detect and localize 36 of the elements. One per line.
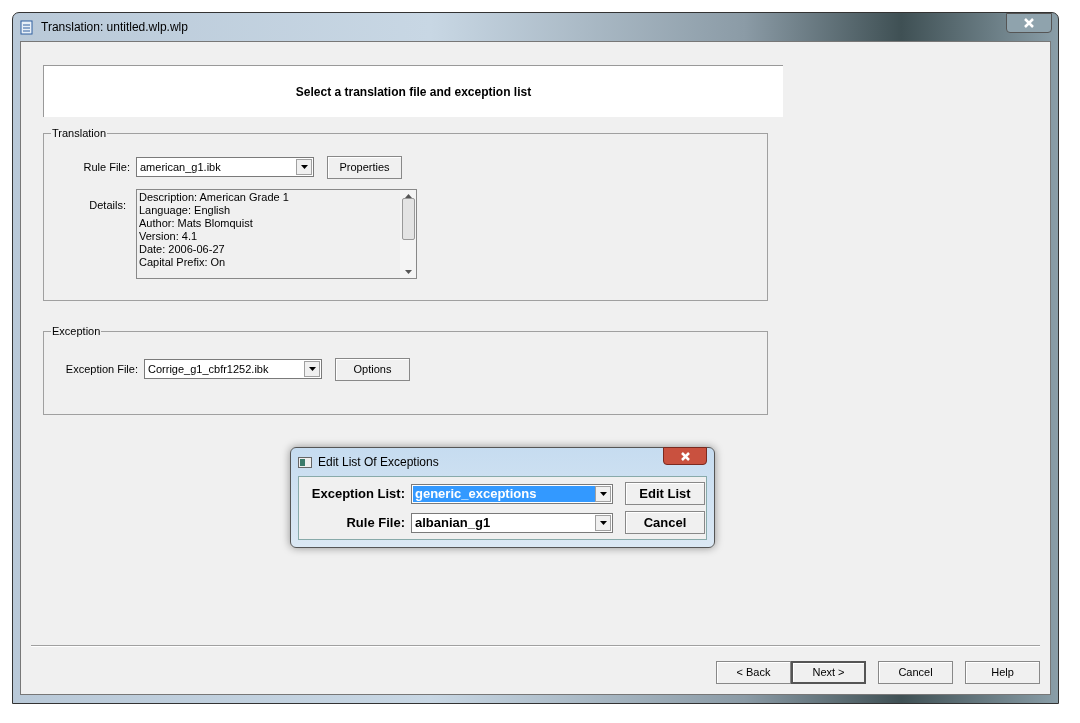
- close-icon[interactable]: [679, 451, 691, 461]
- dropdown-field[interactable]: american_g1.ibk: [136, 157, 314, 177]
- dialog-button[interactable]: Help: [965, 661, 1040, 684]
- field-label: Rule File:: [345, 513, 406, 532]
- scrollbar[interactable]: [400, 189, 416, 278]
- scroll-down-icon[interactable]: [404, 269, 412, 274]
- details-line: Version: 4.1: [139, 229, 199, 243]
- dialog-button[interactable]: Options: [335, 357, 410, 381]
- dropdown-field[interactable]: Corrige_g1_cbfr1252.ibk: [144, 359, 322, 379]
- group-legend: Translation: [51, 125, 107, 142]
- field-label: Rule File:: [82, 159, 131, 175]
- dialog-button[interactable]: Edit List: [625, 482, 705, 505]
- close-icon[interactable]: [1023, 18, 1035, 28]
- close-button[interactable]: [663, 447, 707, 465]
- field-label: Exception File:: [64, 361, 139, 377]
- details-line: Author: Mats Blomquist: [139, 216, 254, 230]
- details-line: Description: American Grade 1: [139, 190, 290, 204]
- dialog-button[interactable]: Next >: [791, 661, 866, 684]
- field-label: Details:: [88, 197, 127, 213]
- details-list[interactable]: Description: American Grade 1 Language: English Author: Mats Blomquist Version: 4.1 Date: 2006-06-27 Capital Prefix: On: [136, 188, 417, 279]
- dialog-button[interactable]: Properties: [327, 155, 402, 179]
- group-legend: Exception: [51, 323, 102, 340]
- dialog-button[interactable]: Cancel: [878, 661, 953, 684]
- window-title: Translation: untitled.wlp.wlp: [41, 19, 188, 36]
- dialog-button[interactable]: < Back: [716, 661, 791, 684]
- dropdown-field[interactable]: albanian_g1: [411, 512, 613, 533]
- dialog-button[interactable]: Cancel: [625, 511, 705, 534]
- dialog-title: Edit List Of Exceptions: [318, 454, 439, 471]
- details-line: Language: English: [139, 203, 232, 217]
- details-line: Date: 2006-06-27: [139, 242, 226, 256]
- document-icon: [19, 19, 35, 35]
- field-label: Exception List:: [310, 484, 406, 503]
- details-line: Capital Prefix: On: [139, 255, 227, 269]
- window-icon: [298, 456, 312, 468]
- header-text: Select a translation file and exception list: [295, 83, 532, 101]
- close-button[interactable]: [1006, 13, 1052, 33]
